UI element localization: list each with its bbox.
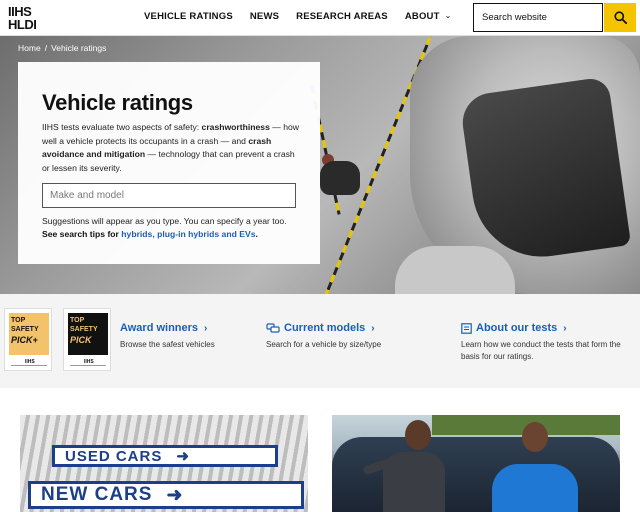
teen-shopper-head (522, 422, 548, 452)
about-tests-link[interactable]: About our tests › (461, 322, 636, 334)
new-cars-sign: NEW CARS ➜ (28, 481, 304, 509)
new-cars-text: NEW CARS (41, 484, 153, 505)
arrow-right-icon: ➜ (166, 484, 184, 506)
nav-vehicle-ratings[interactable]: VEHICLE RATINGS (144, 11, 233, 22)
about-tests-desc: Learn how we conduct the tests that form… (461, 340, 621, 361)
desc-bold-1: crashworthiness (201, 122, 270, 132)
adult-shopper-head (405, 420, 431, 450)
badge-line-3: PICK+ (11, 335, 38, 345)
badge-line-3: PICK (70, 335, 92, 345)
search-tips-link[interactable]: hybrids, plug-in hybrids and EVs (121, 229, 255, 239)
chevron-right-icon: › (371, 322, 375, 334)
teen-shopper (492, 464, 578, 512)
badge-footer-rule (11, 365, 47, 366)
current-models-link[interactable]: Current models › (266, 322, 436, 334)
search-tips: See search tips for hybrids, plug-in hyb… (42, 229, 258, 239)
top-safety-pick-plus-badge[interactable]: TOP SAFETY PICK+ IIHS (4, 308, 52, 371)
logo-line-2: HLDI (8, 17, 37, 32)
suggestions-hint: Suggestions will appear as you type. You… (42, 216, 287, 226)
features-strip: TOP SAFETY PICK+ IIHS TOP SAFETY PICK II… (0, 294, 640, 388)
nav-about[interactable]: ABOUT ⌄ (405, 11, 452, 22)
car-icon (266, 323, 280, 333)
breadcrumb: Home / Vehicle ratings (18, 43, 106, 53)
award-winners-link[interactable]: Award winners › (120, 322, 250, 334)
top-safety-pick-badge[interactable]: TOP SAFETY PICK IIHS (63, 308, 111, 371)
vehicle-search-card: Vehicle ratings IIHS tests evaluate two … (18, 62, 320, 264)
main-nav: VEHICLE RATINGS NEWS RESEARCH AREAS ABOU… (144, 11, 452, 22)
site-header: IIHS HLDI VEHICLE RATINGS NEWS RESEARCH … (0, 0, 640, 36)
breadcrumb-home[interactable]: Home (18, 43, 41, 53)
site-search-field[interactable] (473, 3, 603, 32)
page-title: Vehicle ratings (42, 90, 193, 115)
iihs-hldi-logo[interactable]: IIHS HLDI (8, 4, 54, 33)
page-description: IIHS tests evaluate two aspects of safet… (42, 121, 300, 175)
breadcrumb-current: Vehicle ratings (51, 43, 107, 53)
chevron-right-icon: › (563, 322, 567, 334)
hero-section: Home / Vehicle ratings Vehicle ratings I… (0, 36, 640, 294)
feature-about-tests: About our tests › Learn how we conduct th… (461, 322, 636, 363)
current-models-title: Current models (284, 322, 366, 334)
search-tips-prefix: See search tips for (42, 229, 122, 239)
about-tests-title: About our tests (476, 322, 558, 334)
nav-research-areas[interactable]: RESEARCH AREAS (296, 11, 388, 22)
search-tips-suffix: . (255, 229, 258, 239)
current-models-desc: Search for a vehicle by size/type (266, 340, 382, 349)
award-winners-title: Award winners (120, 322, 199, 334)
site-search-input[interactable] (474, 4, 602, 31)
technician (320, 161, 360, 195)
search-icon (613, 11, 627, 24)
badge-line-1: TOP (70, 317, 85, 324)
make-model-input[interactable] (43, 184, 295, 207)
badge-footer: IIHS (68, 359, 108, 367)
adult-shopper (383, 452, 445, 512)
chevron-right-icon: › (204, 322, 208, 334)
test-car-hood (395, 246, 515, 294)
badge-line-2: SAFETY (11, 326, 39, 333)
search-button[interactable] (604, 3, 636, 32)
feature-current-models: Current models › Search for a vehicle by … (266, 322, 436, 351)
badge-footer-rule (70, 365, 106, 366)
desc-part-1: IIHS tests evaluate two aspects of safet… (42, 122, 202, 132)
arrow-right-icon: ➜ (176, 448, 190, 465)
used-cars-text: USED CARS (65, 447, 163, 465)
used-new-cars-image[interactable]: USED CARS ➜ NEW CARS ➜ (20, 415, 308, 512)
badge-line-1: TOP (11, 317, 26, 324)
used-cars-sign: USED CARS ➜ (52, 445, 278, 467)
document-icon (461, 322, 472, 334)
badge-footer: IIHS (9, 359, 49, 367)
badge-line-2: SAFETY (70, 326, 98, 333)
chevron-down-icon: ⌄ (444, 11, 452, 20)
nav-about-label: ABOUT (404, 11, 440, 22)
award-winners-desc: Browse the safest vehicles (120, 340, 215, 349)
breadcrumb-separator: / (44, 43, 48, 53)
nav-news[interactable]: NEWS (250, 11, 279, 22)
feature-award-winners: Award winners › Browse the safest vehicle… (120, 322, 250, 351)
make-model-field[interactable] (42, 183, 296, 208)
